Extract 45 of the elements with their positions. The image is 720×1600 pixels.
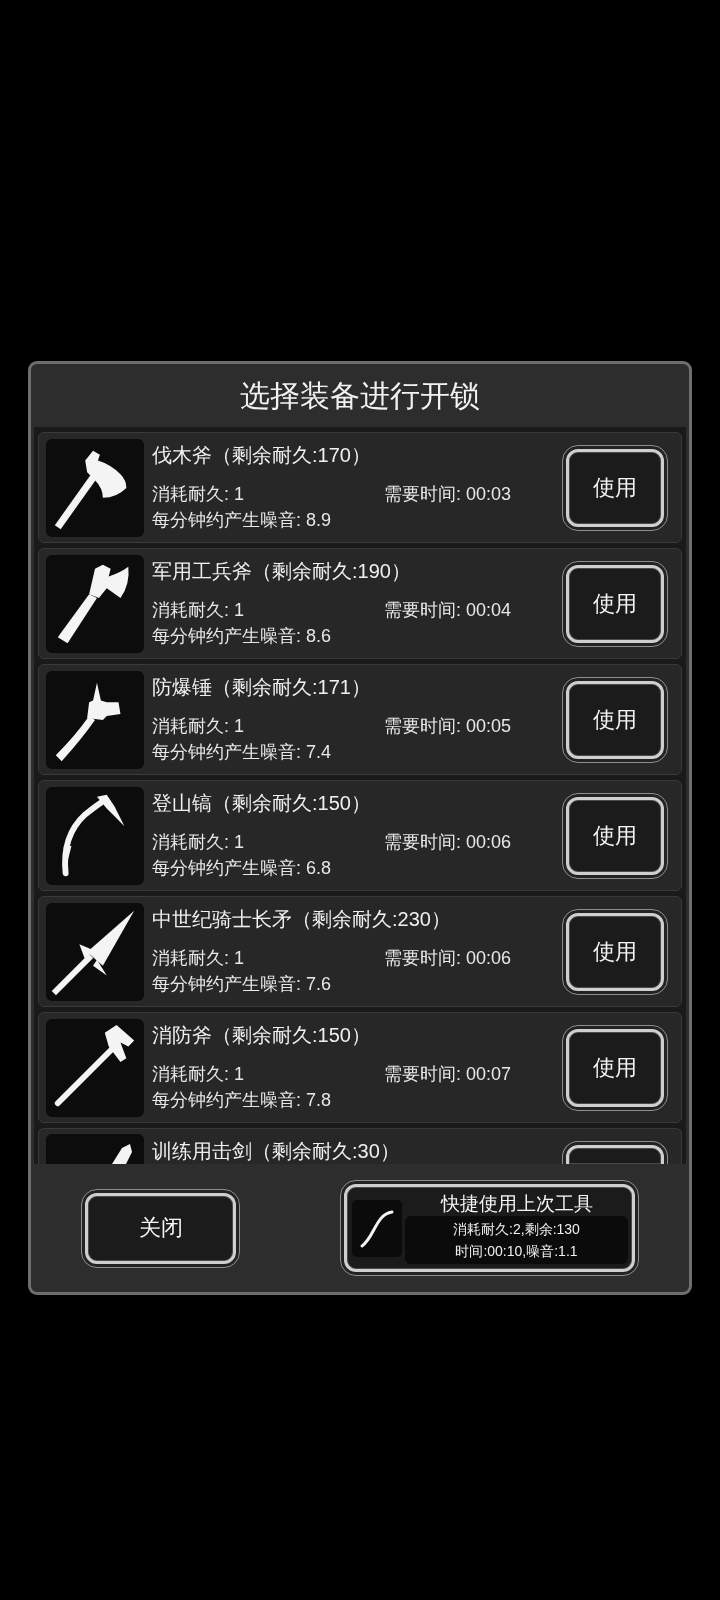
durability-cost-text: 消耗耐久: 1 bbox=[152, 715, 244, 738]
hatchet-icon bbox=[46, 554, 144, 653]
tool-name: 伐木斧（剩余耐久:170） bbox=[152, 443, 372, 468]
durability-cost-text: 消耗耐久: 1 bbox=[152, 831, 244, 854]
noise-text: 每分钟约产生噪音: 8.9 bbox=[152, 509, 332, 532]
time-needed-text: 需要时间: 00:04 bbox=[384, 599, 512, 622]
use-button[interactable]: 使用 bbox=[562, 1024, 668, 1111]
noise-text: 每分钟约产生噪音: 7.6 bbox=[152, 973, 332, 996]
time-needed-text: 需要时间: 00:03 bbox=[384, 483, 512, 506]
curve-icon bbox=[352, 1199, 402, 1257]
tool-name: 防爆锤（剩余耐久:171） bbox=[152, 675, 372, 700]
use-button[interactable] bbox=[562, 1141, 668, 1164]
noise-text: 每分钟约产生噪音: 8.6 bbox=[152, 625, 332, 648]
axe-icon bbox=[46, 1018, 144, 1117]
axe-icon bbox=[46, 438, 144, 537]
use-button[interactable]: 使用 bbox=[562, 444, 668, 531]
noise-text: 每分钟约产生噪音: 6.8 bbox=[152, 857, 332, 880]
spear-icon bbox=[46, 902, 144, 1001]
noise-text: 每分钟约产生噪音: 7.4 bbox=[152, 741, 332, 764]
tool-name: 中世纪骑士长矛（剩余耐久:230） bbox=[152, 907, 452, 932]
time-needed-text: 需要时间: 00:06 bbox=[384, 831, 512, 854]
durability-cost-text: 消耗耐久: 1 bbox=[152, 483, 244, 506]
tool-name: 训练用击剑（剩余耐久:30） bbox=[152, 1139, 401, 1164]
time-noise-text: 时间:00:10,噪音:1.1 bbox=[455, 1242, 578, 1261]
time-needed-text: 需要时间: 00:07 bbox=[384, 1063, 512, 1086]
tool-name: 消防斧（剩余耐久:150） bbox=[152, 1023, 372, 1048]
durability-cost-text: 消耗耐久: 1 bbox=[152, 947, 244, 970]
use-button[interactable]: 使用 bbox=[562, 792, 668, 879]
quick-use-button[interactable]: 快捷使用上次工具 消耗耐久:2,剩余:130 时间:00:10,噪音:1.1 bbox=[340, 1180, 639, 1276]
use-button[interactable]: 使用 bbox=[562, 676, 668, 763]
dialog-title: 选择装备进行开锁 bbox=[239, 378, 481, 414]
tool-name: 军用工兵斧（剩余耐久:190） bbox=[152, 559, 412, 584]
durability-cost-text: 消耗耐久: 1 bbox=[152, 1063, 244, 1086]
use-button[interactable]: 使用 bbox=[562, 908, 668, 995]
use-button[interactable]: 使用 bbox=[562, 560, 668, 647]
durability-cost-text: 消耗耐久: 1 bbox=[152, 599, 244, 622]
close-button[interactable]: 关闭 bbox=[81, 1188, 240, 1268]
usage-text: 消耗耐久:2,剩余:130 bbox=[453, 1220, 580, 1239]
pickaxe-icon bbox=[46, 786, 144, 885]
noise-text: 每分钟约产生噪音: 7.8 bbox=[152, 1089, 332, 1112]
sword-icon bbox=[46, 1134, 144, 1164]
hammer-icon bbox=[46, 670, 144, 769]
time-needed-text: 需要时间: 00:05 bbox=[384, 715, 512, 738]
tool-name: 登山镐（剩余耐久:150） bbox=[152, 791, 372, 816]
time-needed-text: 需要时间: 00:06 bbox=[384, 947, 512, 970]
